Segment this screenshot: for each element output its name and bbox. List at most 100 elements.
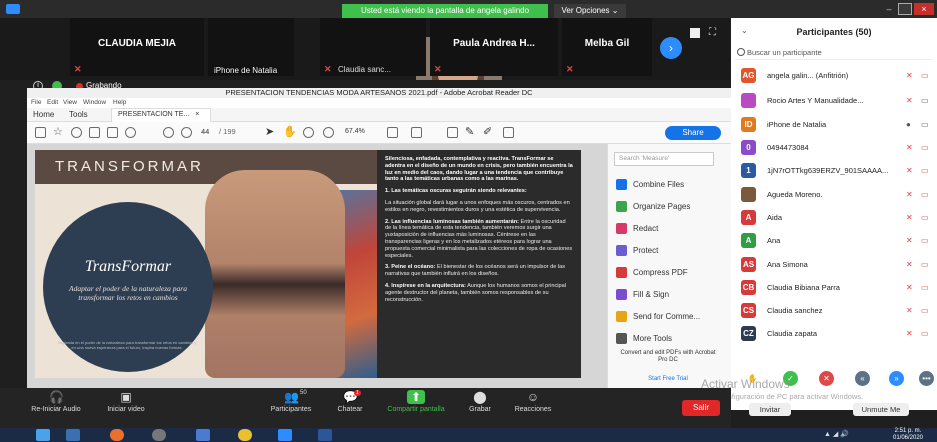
avatar <box>741 187 756 202</box>
avatar: A <box>741 210 756 225</box>
tool-organize-pages[interactable]: Organize Pages <box>616 200 728 214</box>
unmute-me-button[interactable]: Unmute Me <box>853 403 909 416</box>
app-icon[interactable] <box>152 429 166 441</box>
muted-mic-icon: ✕ <box>906 236 913 245</box>
tool-fill-sign[interactable]: Fill & Sign <box>616 288 728 302</box>
participant-row[interactable]: A Ana ✕ ▭ <box>731 229 937 252</box>
reactions-button[interactable]: ☺ Reacciones <box>508 390 558 413</box>
tool-more-tools[interactable]: More Tools <box>616 332 728 346</box>
minimize-icon[interactable]: – <box>883 4 895 14</box>
select-cursor-icon[interactable]: ➤ <box>265 125 274 138</box>
email-icon[interactable] <box>107 127 118 138</box>
page-number-input[interactable]: 44 <box>201 127 209 136</box>
camera-off-icon: ▭ <box>921 329 929 338</box>
chrome-icon[interactable] <box>238 429 252 441</box>
scroll-mode-icon[interactable] <box>411 127 422 138</box>
zoom-out-icon[interactable] <box>303 127 314 138</box>
share-button[interactable]: Share <box>665 126 721 140</box>
zoom-app-icon[interactable] <box>278 429 292 441</box>
tool-label: More Tools <box>633 334 672 343</box>
participant-row[interactable]: CB Claudia Bibiana Parra ✕ ▭ <box>731 276 937 299</box>
model-image <box>205 170 345 378</box>
video-button[interactable]: ▣ Iniciar video <box>100 390 152 413</box>
zoom-level[interactable]: 67.4% <box>345 128 365 135</box>
system-tray[interactable]: ▲ ◢ 🔊 <box>824 430 849 438</box>
fit-page-icon[interactable] <box>387 127 398 138</box>
participant-row[interactable]: Rocio Artes Y Manualidade... ✕ ▭ <box>731 89 937 112</box>
participant-row[interactable]: 1 1jN7rOTTkg639ERZV_901SAAAA... ✕ ▭ <box>731 159 937 182</box>
document-area: TRANSFORMAR TransFormar Adaptar el poder… <box>27 144 607 388</box>
participant-name: Aida <box>767 213 783 222</box>
tool-combine-files[interactable]: Combine Files <box>616 178 728 192</box>
participants-button[interactable]: 👥 50 Participantes <box>266 390 316 413</box>
page-down-icon[interactable] <box>181 127 192 138</box>
participant-row[interactable]: CZ Claudia zapata ✕ ▭ <box>731 322 937 345</box>
draw-icon[interactable]: ✐ <box>483 125 492 138</box>
tab-document[interactable]: PRESENTACION TE... × <box>111 108 211 122</box>
tool-compress-pdf[interactable]: Compress PDF <box>616 266 728 280</box>
menu-file[interactable]: File <box>31 99 41 106</box>
next-page-arrow-icon[interactable]: › <box>660 37 682 59</box>
zoom-in-icon[interactable] <box>323 127 334 138</box>
video-tile-melba-gil[interactable]: Melba Gil ✕ <box>562 18 652 76</box>
hand-tool-icon[interactable]: ✋ <box>283 125 297 138</box>
tab-home[interactable]: Home <box>33 110 54 119</box>
participant-search-input[interactable]: Buscar un participante <box>735 46 933 60</box>
sign-icon[interactable] <box>503 127 514 138</box>
video-tile-claudia-sanchez[interactable]: ✕ Claudia sanc... <box>320 18 426 76</box>
participant-row[interactable]: AS Ana Simona ✕ ▭ <box>731 253 937 276</box>
participant-row[interactable]: Agueda Moreno. ✕ ▭ <box>731 183 937 206</box>
point2-text: Entre la oscuridad de la línea temática … <box>385 218 573 259</box>
participant-row[interactable]: CS Claudia sanchez ✕ ▭ <box>731 299 937 322</box>
gallery-view-icon[interactable] <box>690 28 700 38</box>
share-screen-icon: ⬆ <box>407 390 425 404</box>
close-icon[interactable]: × <box>914 3 934 15</box>
maximize-icon[interactable] <box>898 3 912 15</box>
bookmark-star-icon[interactable]: ☆ <box>53 125 64 138</box>
participant-row[interactable]: A Aida ✕ ▭ <box>731 206 937 229</box>
menu-window[interactable]: Window <box>83 99 106 106</box>
tool-redact[interactable]: Redact <box>616 222 728 236</box>
highlight-pen-icon[interactable]: ✎ <box>465 125 474 138</box>
leave-button[interactable]: Salir <box>682 400 720 416</box>
menu-edit[interactable]: Edit <box>47 99 58 106</box>
save-icon[interactable] <box>35 127 46 138</box>
tool-protect[interactable]: Protect <box>616 244 728 258</box>
chat-button[interactable]: 💬 1 Chatear <box>330 390 370 413</box>
zoom-search-icon[interactable] <box>125 127 136 138</box>
menu-help[interactable]: Help <box>113 99 126 106</box>
tools-search-input[interactable]: Search 'Measure' <box>614 152 714 166</box>
invite-button[interactable]: Invitar <box>749 403 791 416</box>
headphones-icon: 🎧 <box>49 390 64 404</box>
upload-icon[interactable] <box>71 127 82 138</box>
record-button[interactable]: ⬤ Grabar <box>462 390 498 413</box>
audio-button[interactable]: 🎧 Re-Iniciar Audio <box>28 390 84 413</box>
video-tile-claudia-mejia[interactable]: CLAUDIA MEJIA ✕ <box>70 18 204 76</box>
tab-close-icon[interactable]: × <box>195 111 199 118</box>
word-icon[interactable] <box>318 429 332 441</box>
muted-mic-icon: ✕ <box>906 283 913 292</box>
video-tile-paula-andrea[interactable]: Paula Andrea H... ✕ <box>430 18 558 76</box>
firefox-icon[interactable] <box>110 429 124 441</box>
print-icon[interactable] <box>89 127 100 138</box>
taskbar-clock[interactable]: 2:51 p. m. 01/06/2020 <box>880 428 936 442</box>
participant-row[interactable]: ID iPhone de Natalia ● ▭ <box>731 113 937 136</box>
menu-view[interactable]: View <box>63 99 77 106</box>
file-explorer-icon[interactable] <box>66 429 80 441</box>
avatar <box>741 93 756 108</box>
app-icon[interactable] <box>196 429 210 441</box>
participant-row[interactable]: 0 0494473084 ✕ ▭ <box>731 136 937 159</box>
share-screen-button[interactable]: ⬆ Compartir pantalla <box>380 390 452 413</box>
page-up-icon[interactable] <box>163 127 174 138</box>
video-tile-iphone-natalia[interactable]: iPhone de Natalia <box>208 18 502 93</box>
clock-time: 2:51 p. m. <box>894 428 922 434</box>
tab-tools[interactable]: Tools <box>69 110 88 119</box>
chat-label: Chatear <box>337 406 363 413</box>
participant-row[interactable]: AG angela galin... (Anfitrión) ✕ ▭ <box>731 64 937 87</box>
tool-send-comments[interactable]: Send for Comme... <box>616 310 728 324</box>
camera-off-icon: ▭ <box>921 260 929 269</box>
view-options-button[interactable]: Ver Opciones ⌄ <box>554 4 626 18</box>
comment-icon[interactable] <box>447 127 458 138</box>
windows-start-icon[interactable] <box>36 429 50 441</box>
fullscreen-icon[interactable]: ⛶ <box>709 27 721 39</box>
